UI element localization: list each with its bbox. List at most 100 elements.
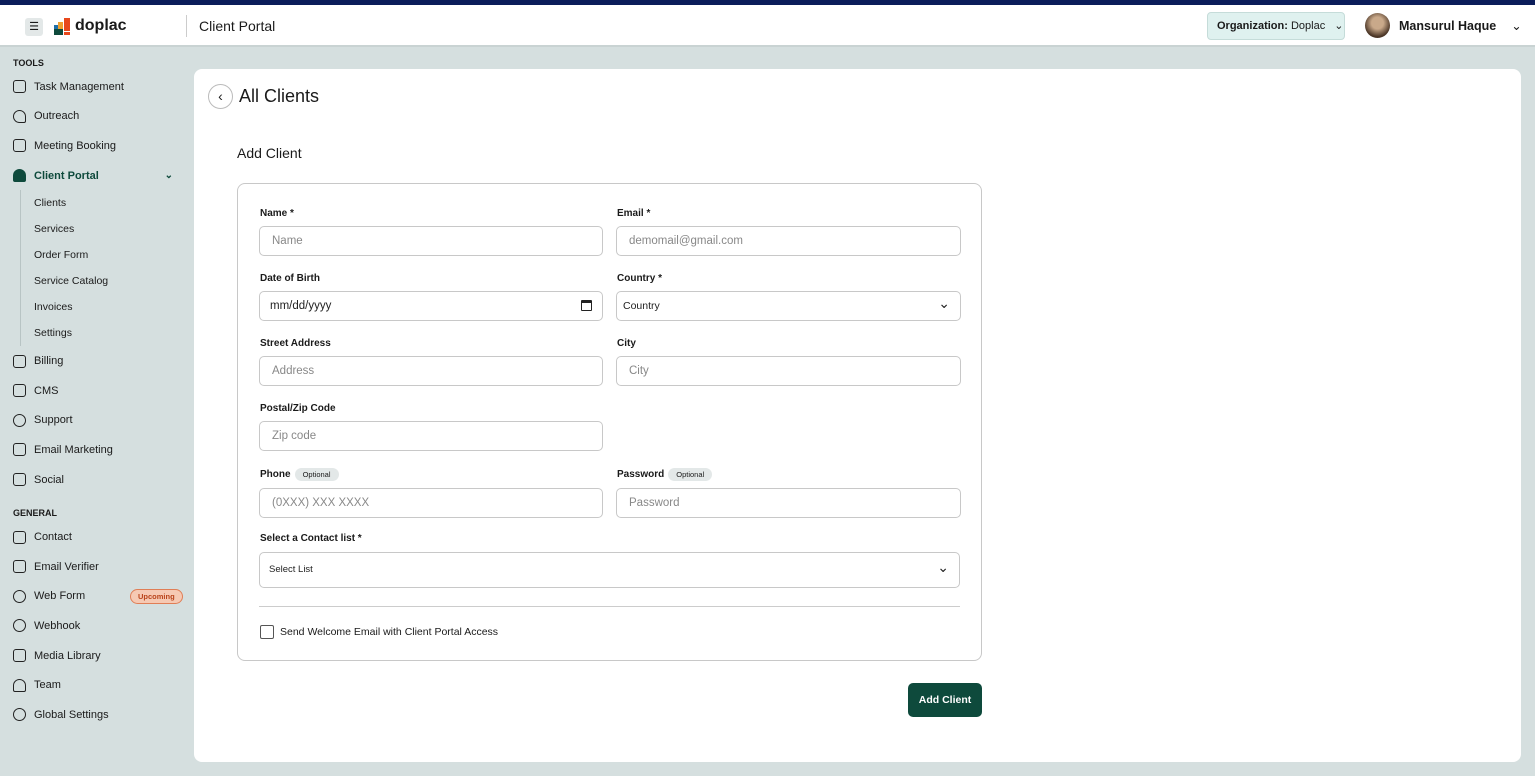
globe-icon xyxy=(13,589,26,603)
menu-toggle-button[interactable]: ☰ xyxy=(25,18,43,36)
sidebar-subitem-services[interactable]: Services xyxy=(20,216,193,243)
country-select[interactable]: Country ⌄ xyxy=(616,291,961,321)
password-label: Password Optional xyxy=(617,468,713,481)
header-divider xyxy=(186,15,187,37)
sidebar-item-label: Contact xyxy=(34,531,72,544)
billing-icon xyxy=(13,354,26,368)
chat-icon xyxy=(13,413,26,427)
sidebar-item-label: Email Verifier xyxy=(34,560,99,573)
phone-label-text: Phone xyxy=(260,469,291,480)
sidebar-item-label: Task Management xyxy=(34,80,124,93)
user-menu[interactable]: Mansurul Haque ⌄ xyxy=(1365,13,1522,38)
sidebar-subitem-clients[interactable]: Clients xyxy=(20,190,193,217)
city-input[interactable]: City xyxy=(616,356,961,386)
verify-mail-icon xyxy=(13,560,26,574)
sidebar-item-webhook[interactable]: Webhook xyxy=(0,611,193,641)
contact-icon xyxy=(13,530,26,544)
rocket-icon xyxy=(13,109,26,123)
contact-list-value: Select List xyxy=(269,564,313,575)
chevron-down-icon: ⌄ xyxy=(1334,20,1344,32)
sidebar-subitem-invoices[interactable]: Invoices xyxy=(20,294,193,321)
sidebar-item-social[interactable]: Social xyxy=(0,465,193,495)
org-value: Doplac xyxy=(1290,20,1326,32)
sidebar-item-email-marketing[interactable]: Email Marketing xyxy=(0,435,193,465)
sidebar-item-contact[interactable]: Contact xyxy=(0,522,193,552)
zip-label: Postal/Zip Code xyxy=(260,403,336,414)
sidebar-item-email-verifier[interactable]: Email Verifier xyxy=(0,552,193,582)
chevron-down-icon[interactable]: ⌄ xyxy=(165,170,173,181)
upcoming-badge: Upcoming xyxy=(130,588,183,604)
sidebar-item-global-settings[interactable]: Global Settings xyxy=(0,700,193,730)
zip-input[interactable]: Zip code xyxy=(259,421,603,451)
phone-label: Phone Optional xyxy=(260,468,339,481)
sidebar-item-label: Support xyxy=(34,414,73,427)
logo[interactable]: doplac xyxy=(54,17,127,35)
sidebar-item-label: Meeting Booking xyxy=(34,139,116,152)
sidebar-subitem-settings[interactable]: Settings xyxy=(20,320,193,347)
password-input[interactable]: Password xyxy=(616,488,961,518)
sidebar-item-label: Outreach xyxy=(34,110,80,123)
sidebar-item-label: CMS xyxy=(34,384,59,397)
email-label: Email * xyxy=(617,208,651,219)
street-input[interactable]: Address xyxy=(259,356,603,386)
street-label: Street Address xyxy=(260,338,331,349)
sidebar-item-team[interactable]: Team xyxy=(0,670,193,700)
mail-icon xyxy=(13,443,26,457)
name-label: Name * xyxy=(260,208,294,219)
password-label-text: Password xyxy=(617,469,665,480)
sidebar-item-task-management[interactable]: Task Management xyxy=(0,72,193,102)
image-icon xyxy=(13,649,26,663)
optional-badge: Optional xyxy=(668,468,713,481)
sidebar-item-label: Team xyxy=(34,679,61,692)
sidebar-subitem-order-form[interactable]: Order Form xyxy=(20,242,193,269)
sidebar-item-label: Social xyxy=(34,473,64,486)
monitor-icon xyxy=(13,384,26,398)
name-input[interactable]: Name xyxy=(259,226,603,256)
sidebar-item-cms[interactable]: CMS xyxy=(0,376,193,406)
sidebar-subitem-service-catalog[interactable]: Service Catalog xyxy=(20,268,193,295)
welcome-email-checkbox[interactable] xyxy=(260,625,274,639)
back-button[interactable]: ‹ xyxy=(208,84,233,109)
user-name: Mansurul Haque xyxy=(1399,18,1497,33)
app-name: doplac xyxy=(75,17,127,34)
optional-badge: Optional xyxy=(294,468,339,481)
calendar-icon[interactable] xyxy=(581,300,592,311)
sidebar-item-label: Email Marketing xyxy=(34,443,113,456)
sidebar-item-billing[interactable]: Billing xyxy=(0,346,193,376)
chevron-down-icon: ⌄ xyxy=(938,295,950,311)
welcome-email-label[interactable]: Send Welcome Email with Client Portal Ac… xyxy=(280,626,498,638)
doplac-logo-icon xyxy=(54,17,70,35)
org-label: Organization: xyxy=(1217,20,1288,32)
person-icon xyxy=(13,678,26,692)
email-input[interactable]: demomail@gmail.com xyxy=(616,226,961,256)
chevron-down-icon: ⌄ xyxy=(1511,19,1522,33)
sidebar-item-label: Client Portal xyxy=(34,169,99,182)
phone-input[interactable]: (0XXX) XXX XXXX xyxy=(259,488,603,518)
sidebar-item-support[interactable]: Support xyxy=(0,406,193,436)
sidebar-item-client-portal[interactable]: Client Portal ⌄ xyxy=(0,161,193,191)
main-panel: ‹ All Clients Add Client Name * Name Ema… xyxy=(194,69,1521,762)
megaphone-icon xyxy=(13,473,26,487)
sidebar-item-outreach[interactable]: Outreach xyxy=(0,102,193,132)
dob-value: mm/dd/yyyy xyxy=(270,300,332,312)
calendar-icon xyxy=(13,139,26,153)
sidebar-item-web-form[interactable]: Web Form Upcoming xyxy=(0,582,193,612)
sidebar-item-meeting-booking[interactable]: Meeting Booking xyxy=(0,131,193,161)
country-value: Country xyxy=(623,300,660,312)
avatar xyxy=(1365,13,1390,38)
sidebar-item-label: Media Library xyxy=(34,649,101,662)
dob-label: Date of Birth xyxy=(260,273,320,284)
section-title: Add Client xyxy=(237,145,302,161)
sidebar-item-label: Billing xyxy=(34,355,64,368)
add-client-button[interactable]: Add Client xyxy=(908,683,982,717)
sidebar-item-label: Web Form xyxy=(34,590,86,603)
section-general: GENERAL xyxy=(13,508,58,519)
dob-input[interactable]: mm/dd/yyyy xyxy=(259,291,603,321)
sidebar-item-media-library[interactable]: Media Library xyxy=(0,641,193,671)
chevron-down-icon: ⌄ xyxy=(937,559,949,575)
chevron-left-icon: ‹ xyxy=(218,88,223,104)
contact-list-label: Select a Contact list * xyxy=(260,533,362,544)
contact-list-select[interactable]: Select List ⌄ xyxy=(259,552,960,588)
webhook-icon xyxy=(13,619,26,633)
organization-selector[interactable]: Organization: Doplac ⌄ xyxy=(1207,12,1345,40)
